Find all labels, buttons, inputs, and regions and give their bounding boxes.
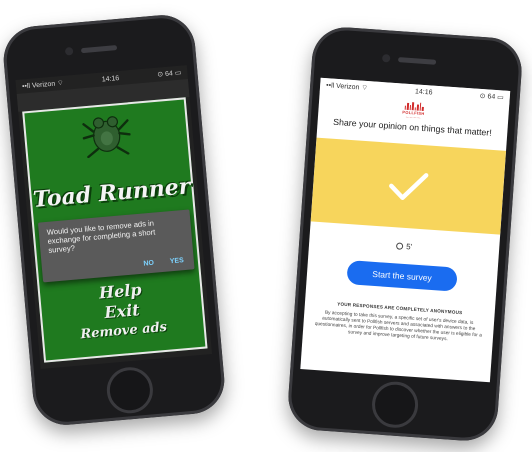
status-indicators: ⊙ 64 ▭ (479, 92, 504, 102)
earpiece-speaker (80, 45, 118, 54)
game-title: Toad Runner (31, 173, 192, 213)
toad-icon (82, 116, 131, 159)
dialog-actions: NO YES (143, 257, 184, 268)
game-area: Toad Runner Help Exit Remove ads Would y… (22, 97, 208, 363)
carrier-label: ••ll Verizon ⌔ (21, 79, 65, 90)
clock-label: 14:16 (101, 74, 120, 84)
front-camera (381, 53, 391, 63)
remove-ads-dialog: Would you like to remove ads in exchange… (37, 209, 195, 283)
pollfish-logo-icon: POLLFISH — — — — (396, 101, 431, 120)
survey-screen: ••ll Verizon ⌔ 14:16 ⊙ 64 ▭ POLLFISH — —… (300, 77, 511, 383)
yes-button[interactable]: YES (170, 257, 185, 265)
no-button[interactable]: NO (143, 260, 154, 268)
dialog-message: Would you like to remove ads in exchange… (46, 218, 156, 255)
carrier-label: ••ll Verizon ⌔ (325, 81, 369, 92)
game-screen: ••ll Verizon ⌔ 14:16 ⊙ 64 ▭ Toad Runner … (15, 65, 213, 369)
survey-duration: 5' (309, 235, 499, 257)
clock-icon (395, 242, 404, 250)
duration-label: 5' (405, 242, 413, 252)
home-button[interactable] (104, 365, 155, 416)
earpiece-speaker (397, 57, 437, 65)
phone-right: ••ll Verizon ⌔ 14:16 ⊙ 64 ▭ POLLFISH — —… (286, 25, 524, 443)
status-indicators: ⊙ 64 ▭ (157, 69, 182, 79)
legal-text: By accepting to take this survey, a spec… (314, 310, 482, 343)
clock-label: 14:16 (414, 87, 433, 97)
survey-banner (310, 137, 507, 235)
check-icon (389, 173, 429, 200)
home-button[interactable] (370, 380, 420, 430)
front-camera (64, 46, 74, 56)
phone-left: ••ll Verizon ⌔ 14:16 ⊙ 64 ▭ Toad Runner … (0, 12, 228, 428)
start-survey-button[interactable]: Start the survey (346, 260, 458, 292)
status-bar: ••ll Verizon ⌔ 14:16 ⊙ 64 ▭ (319, 77, 511, 105)
